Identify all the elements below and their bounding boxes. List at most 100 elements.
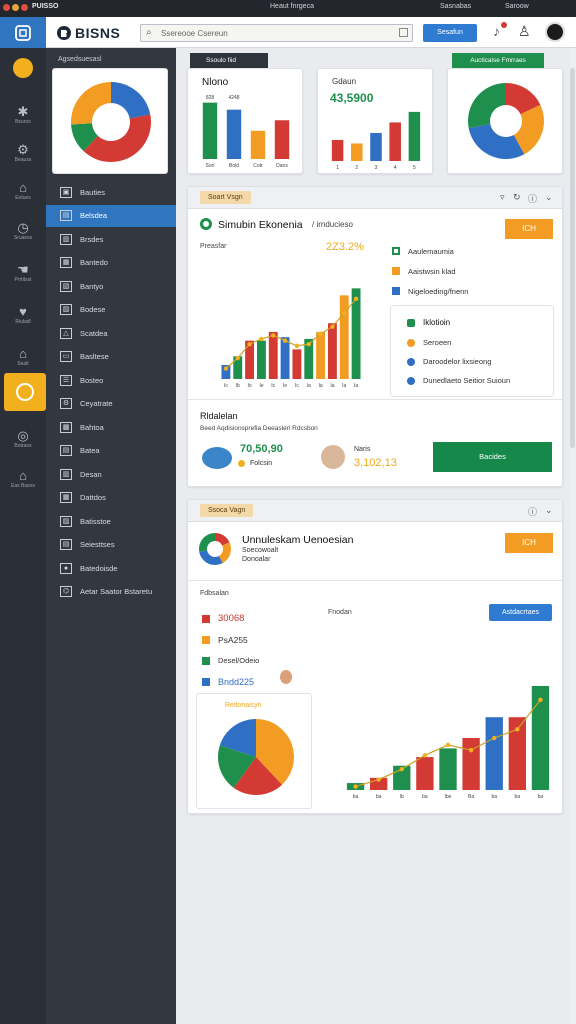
pie-slice [111, 82, 151, 119]
nav-item[interactable]: ▨ Batisstoe [46, 510, 176, 532]
nav-item-label: Basltese [80, 352, 109, 361]
rail-item-house[interactable]: ⌂ Eotues [0, 172, 46, 210]
rail-label: Eotues [15, 195, 31, 201]
button-label: Bacides [479, 452, 506, 461]
panel-tag[interactable]: Ssoca Vagn [200, 504, 254, 517]
rail-item-gear[interactable]: ⚙ Beauss [0, 134, 46, 172]
x-tick-label: ba [376, 794, 382, 800]
filter-icon[interactable] [399, 28, 408, 37]
avatar[interactable] [545, 22, 565, 42]
chart-bar [351, 143, 363, 161]
stat-value: PsA255 [218, 634, 248, 645]
panel-subtitle: Soecowoalt [242, 547, 279, 554]
stat-row: Bndd225 [202, 671, 259, 692]
x-tick-label: Ie [283, 383, 287, 389]
minimize-window-icon[interactable] [12, 4, 19, 11]
summary-pie-card[interactable] [52, 68, 168, 174]
nav-item[interactable]: ☰ Bosteo [46, 369, 176, 391]
rail-item-active[interactable] [4, 373, 46, 411]
nav-item[interactable]: ▤ Belsdea [46, 204, 176, 227]
maximize-window-icon[interactable] [21, 4, 28, 11]
rail-item-clock[interactable]: ◷ Sruaess [0, 212, 46, 250]
action-button[interactable]: ICH [505, 533, 553, 553]
summary-tab-label: Ssoulo fiid [206, 57, 236, 64]
x-tick-label: Ie [259, 383, 263, 389]
bar-card-2[interactable]: Gdaun 43,5900 12345 [317, 68, 433, 174]
nav-item[interactable]: ▣ Bauties [46, 181, 176, 203]
workspace-badge-icon[interactable] [13, 58, 33, 78]
nav-item-icon: ▧ [60, 280, 72, 292]
x-tick-label: Io [247, 383, 251, 389]
user-icon[interactable]: ♙ [518, 23, 531, 40]
refresh-icon[interactable]: ↻ [513, 192, 521, 203]
list-item[interactable]: Dunedlaeto Seitior Suioun [407, 376, 510, 385]
green-action-button[interactable]: Bacides [433, 442, 552, 472]
rail-item-heart[interactable]: ♥ Riuladl [0, 296, 46, 334]
trend-point [235, 355, 240, 361]
action-button[interactable]: ICH [505, 219, 553, 239]
legend-item: Nigeloeding/fnenn [392, 281, 556, 301]
rail-item-cap[interactable]: ⌂ Eas Buess [0, 460, 46, 498]
nav-item[interactable]: ▥ Desan [46, 463, 176, 485]
nav-item[interactable]: ▦ Dattdos [46, 487, 176, 509]
stat-value: 3,102,13 [354, 457, 397, 469]
trend-point [422, 753, 428, 758]
home-logo-button[interactable] [0, 17, 46, 48]
user-thumbnail [280, 670, 292, 684]
nav-item[interactable]: ▦ Bantedo [46, 252, 176, 274]
info-icon[interactable]: ⓘ [528, 505, 537, 518]
nav-item-icon: ⌬ [60, 586, 72, 597]
blue-action-button[interactable]: Astdacrtaes [489, 604, 552, 621]
top-menu-item[interactable]: Saroow [505, 3, 529, 10]
puzzle-icon: ✱ [17, 104, 29, 119]
summary-pie-card-2[interactable] [447, 68, 563, 174]
top-menu-item[interactable]: Sasnabas [440, 3, 471, 10]
filter-icon[interactable]: ▿ [500, 192, 505, 203]
nav-item[interactable]: ▤ Batea [46, 440, 176, 462]
stat-value: 70,50,90 [240, 443, 283, 455]
rail-item-circle[interactable]: ◎ Botraos [0, 420, 46, 458]
nav-item-icon: ▨ [60, 515, 72, 527]
x-tick-label: Ia [354, 383, 358, 389]
scrollbar-thumb[interactable] [570, 68, 575, 448]
list-item[interactable]: Seroeen [407, 338, 451, 347]
nav-item[interactable]: △ Scatdea [46, 322, 176, 344]
x-tick-label: Ia [342, 383, 346, 389]
clock-icon: ◷ [17, 220, 29, 235]
nav-item[interactable]: ▤ Seiesttses [46, 534, 176, 556]
nav-item-label: Bantyo [80, 281, 104, 291]
nav-item[interactable]: ▨ Bodese [46, 299, 176, 321]
chart-bar [389, 122, 401, 161]
primary-action-button[interactable]: Sesafun [423, 24, 477, 42]
legend-label: Nigeloeding/fnenn [408, 286, 469, 296]
nav-item[interactable]: ▧ Bantyo [46, 275, 176, 297]
panel-tag[interactable]: Soart Vsgn [200, 191, 251, 204]
legend-tab[interactable]: Aucticalse Fmrraes [452, 53, 544, 69]
bar-card-1[interactable]: Nlono Sori Bold Cotr Daos 828 4248 [187, 68, 303, 174]
info-icon[interactable]: ⓘ [528, 192, 537, 205]
nav-item[interactable]: ▭ Basltese [46, 346, 176, 368]
search-placeholder: Ssereooe Csereun [161, 29, 228, 38]
search-input[interactable]: ⌕ Ssereooe Csereun [140, 24, 413, 42]
nav-item-label: Batisstoe [80, 516, 111, 526]
nav-item[interactable]: ⚙ Ceyatrate [46, 393, 176, 415]
divider [188, 399, 562, 400]
nav-item[interactable]: ● Batedoisde [46, 557, 176, 579]
bell-icon[interactable]: ♪ [493, 23, 500, 39]
x-tick-label: Ibe [445, 794, 452, 800]
nav-item[interactable]: ▥ Brsdes [46, 228, 176, 250]
list-item[interactable]: Daroodelor lixsieong [407, 357, 491, 366]
chart-bar [462, 738, 480, 790]
scrollbar[interactable] [569, 48, 576, 1024]
x-tick-label: Ic [295, 383, 299, 389]
chevron-down-icon[interactable]: ⌄ [545, 192, 553, 203]
chevron-down-icon[interactable]: ⌄ [545, 505, 553, 516]
rail-item-hand[interactable]: ☚ Prrtitsst [0, 254, 46, 292]
trend-point [353, 784, 358, 789]
nav-item[interactable]: ⌬ Aetar Saator Bstaretu [46, 581, 176, 603]
summary-tab[interactable]: Ssoulo fiid [190, 53, 268, 68]
rail-item-puzzle[interactable]: ✱ Bsuroo [0, 96, 46, 134]
nav-item[interactable]: ▩ Bahtoa [46, 416, 176, 438]
close-window-icon[interactable] [3, 4, 10, 11]
rail-item-home[interactable]: ⌂ Sealt [0, 338, 46, 376]
